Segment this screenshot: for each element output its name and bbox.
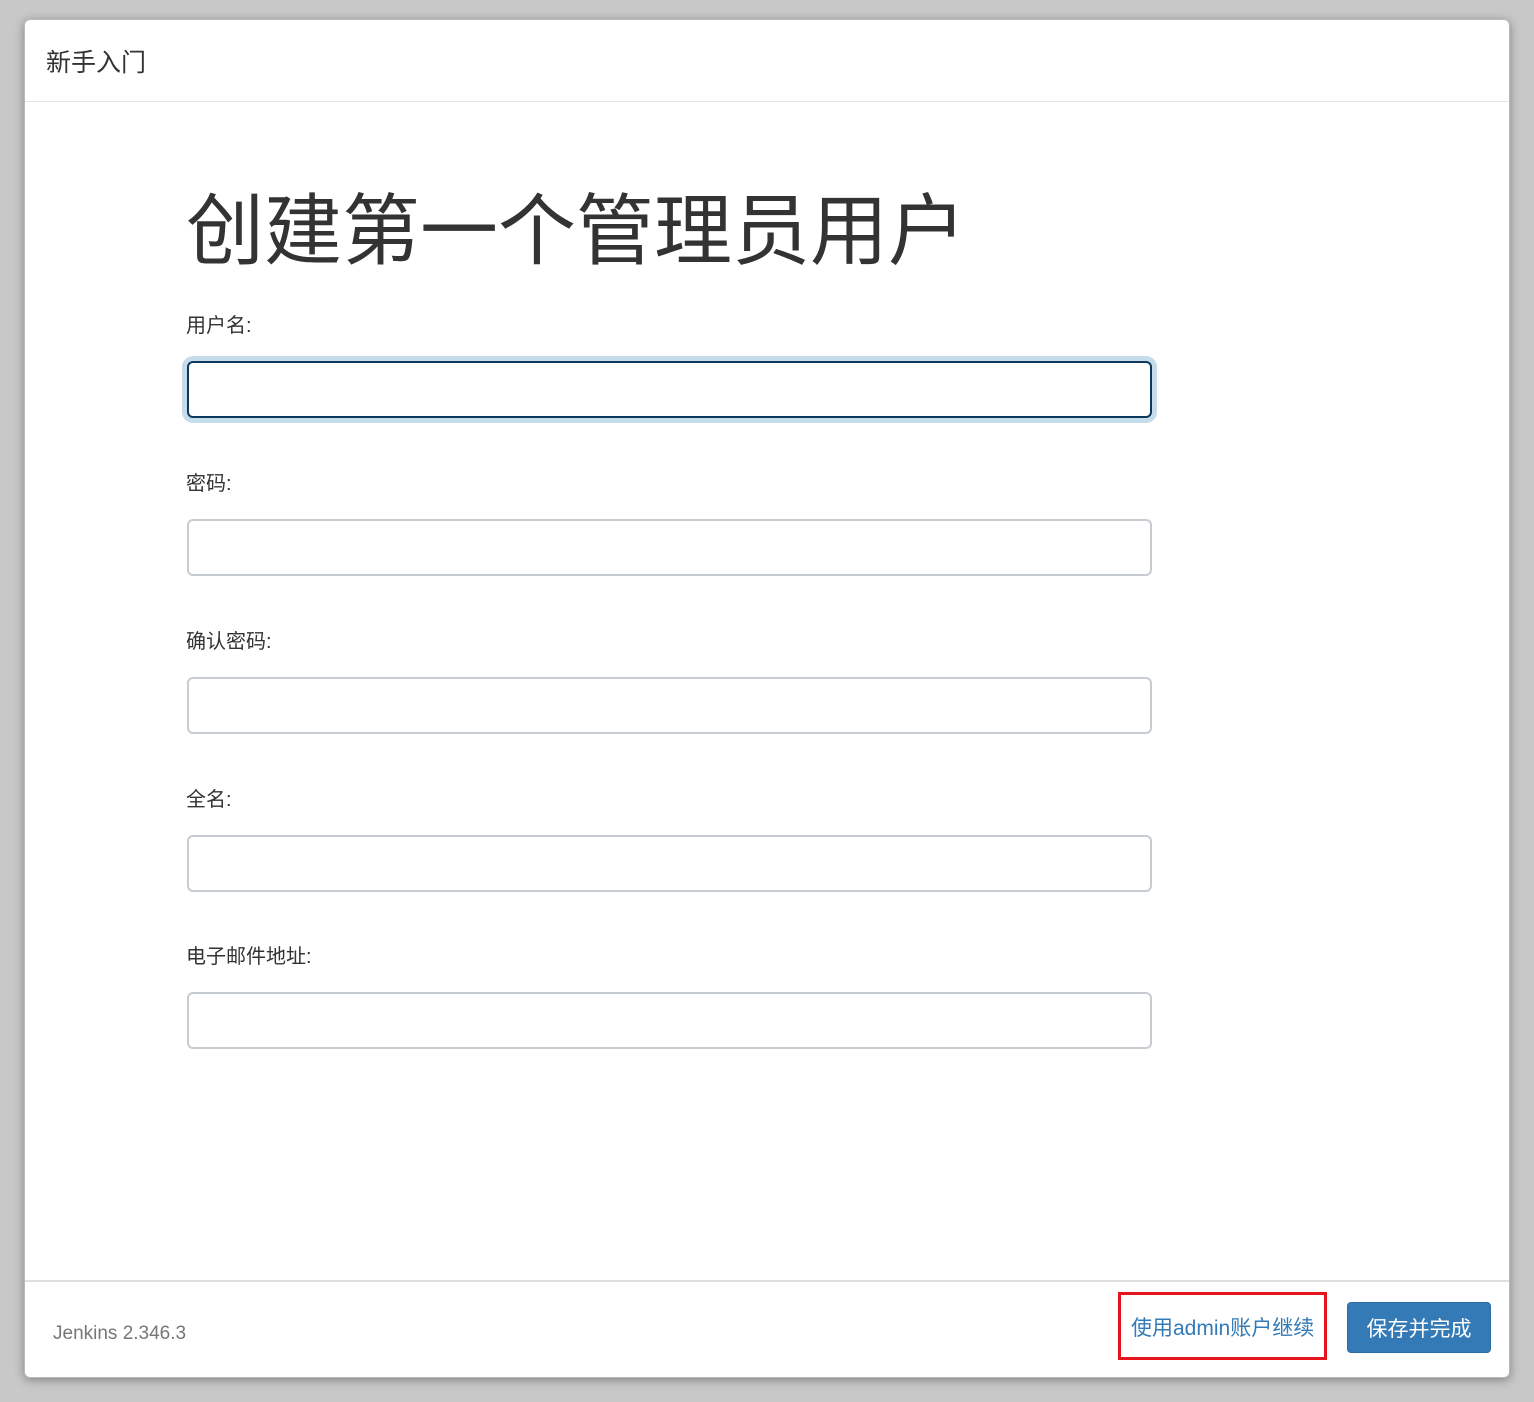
password-label: 密码: xyxy=(186,473,232,495)
email-label: 电子邮件地址: xyxy=(186,946,312,968)
dialog-footer: Jenkins 2.346.3 使用admin账户继续 保存并完成 xyxy=(25,1280,1509,1377)
username-label: 用户名: xyxy=(186,315,252,337)
dialog-title: 新手入门 xyxy=(46,49,147,77)
fullname-label: 全名: xyxy=(186,789,232,811)
username-input[interactable] xyxy=(187,361,1152,418)
confirm-password-input[interactable] xyxy=(187,677,1152,734)
password-input[interactable] xyxy=(187,519,1152,576)
email-input[interactable] xyxy=(187,992,1152,1049)
setup-wizard-dialog: 新手入门 创建第一个管理员用户 用户名: 密码: 确认密码: 全名: 电子邮件地… xyxy=(24,19,1510,1378)
continue-as-admin-link[interactable]: 使用admin账户继续 xyxy=(1131,1316,1314,1342)
confirm-password-label: 确认密码: xyxy=(186,631,272,653)
fullname-input[interactable] xyxy=(187,835,1152,892)
page-title: 创建第一个管理员用户 xyxy=(186,187,967,275)
save-and-finish-button[interactable]: 保存并完成 xyxy=(1347,1302,1491,1353)
dialog-header: 新手入门 xyxy=(25,20,1509,102)
version-label: Jenkins 2.346.3 xyxy=(53,1323,187,1344)
